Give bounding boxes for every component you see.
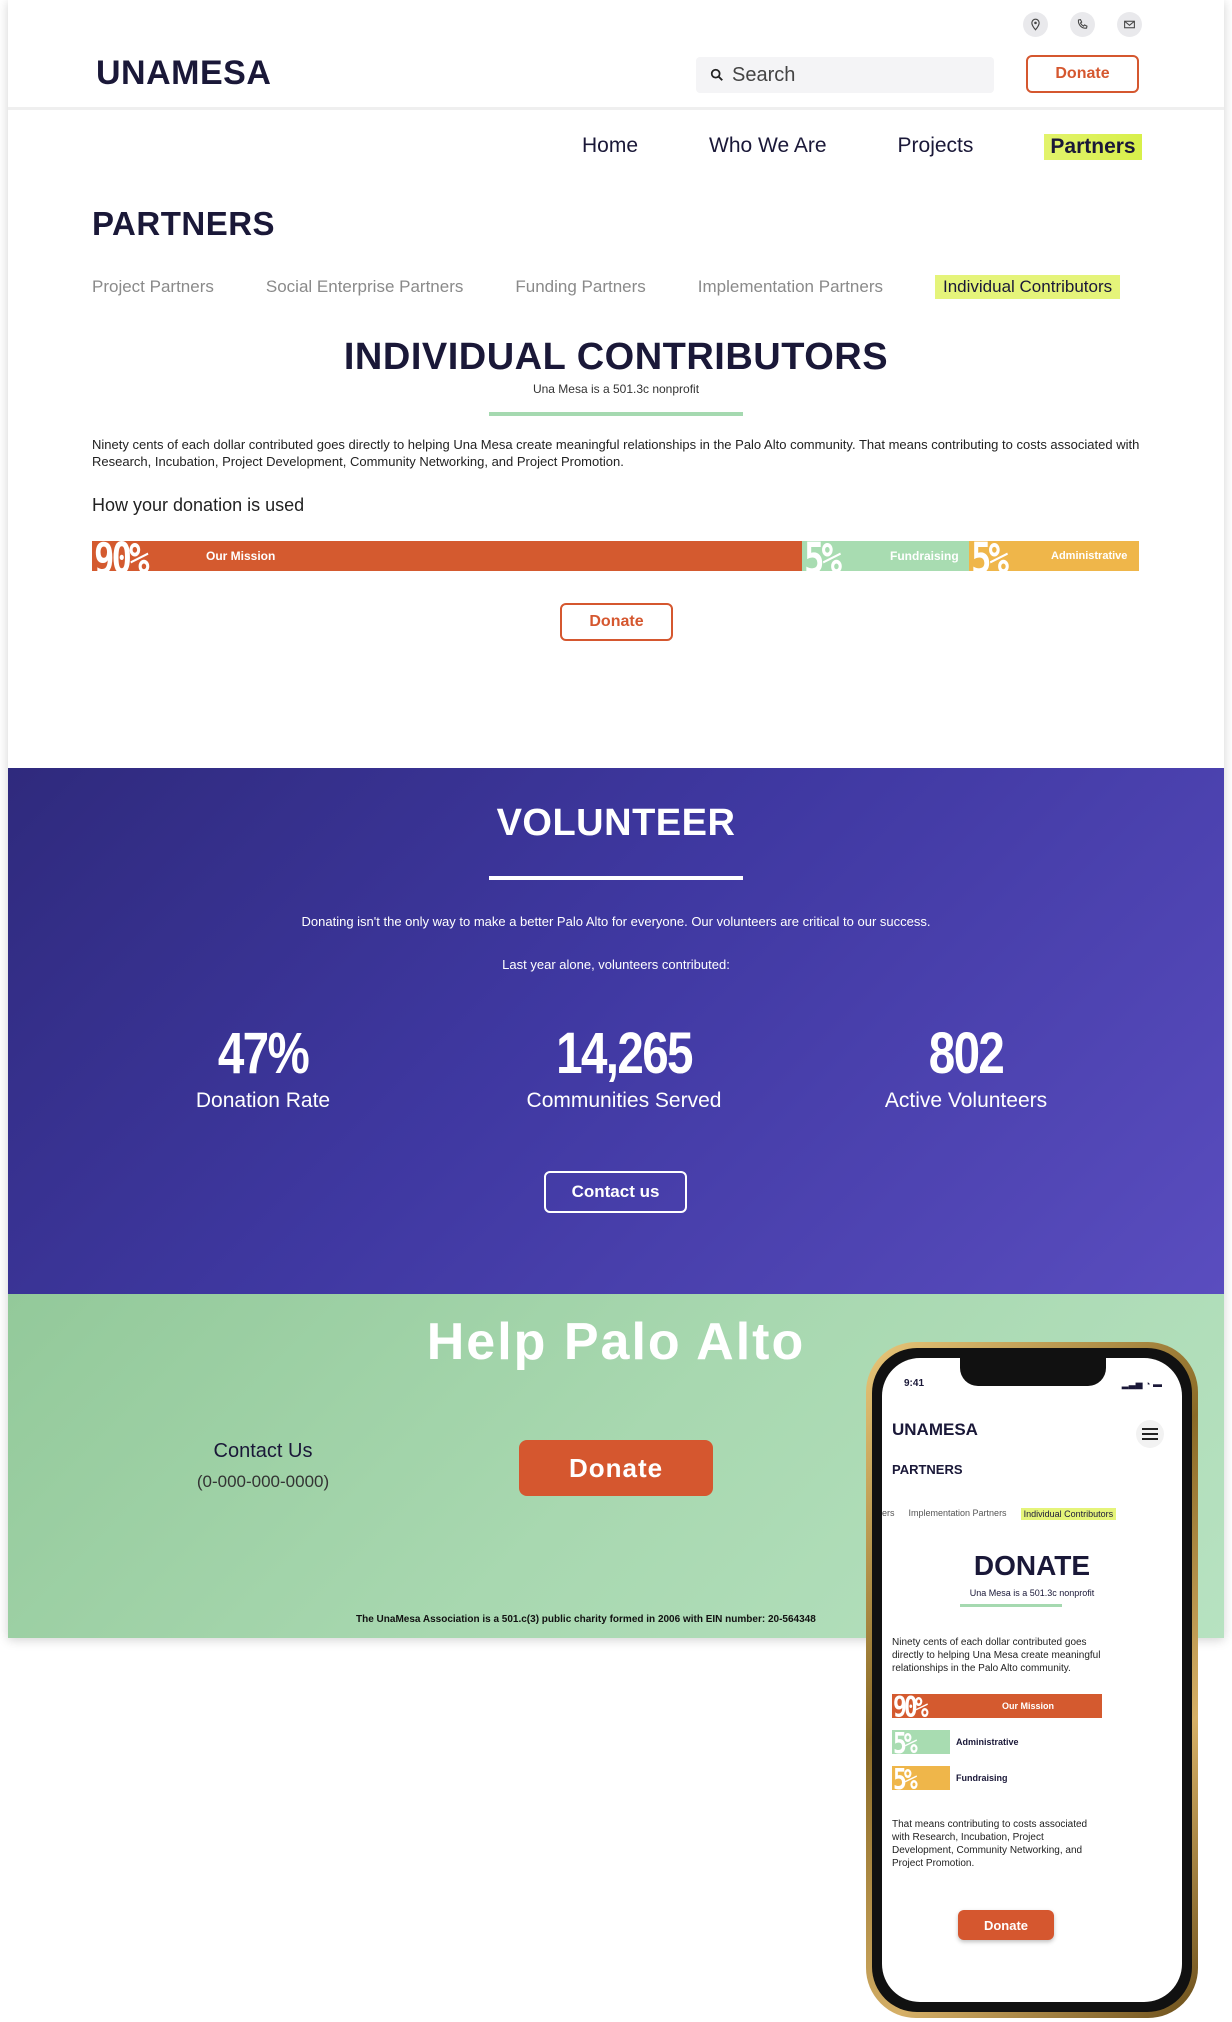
stat-number: 47% [217,1021,310,1086]
mobile-paragraph-2: That means contributing to costs associa… [892,1819,1088,1869]
mobile-breakdown-label: Administrative [956,1737,1019,1747]
signal-wifi-battery-icon: ▂▃▅ ◔ ▬ [1121,1379,1162,1389]
hamburger-menu-icon[interactable] [1136,1420,1164,1448]
nav-item-home[interactable]: Home [582,134,638,160]
volunteer-title: VOLUNTEER [496,802,736,844]
help-donate-button[interactable]: Donate [519,1440,713,1496]
mobile-breakdown-label: Our Mission [1002,1701,1055,1711]
breakdown-percent: 5% [804,541,842,571]
section-title: INDIVIDUAL CONTRIBUTORS [343,336,889,378]
volunteer-underline [489,876,743,880]
mail-icon[interactable] [1117,12,1142,37]
header-donate-button[interactable]: Donate [1026,55,1139,93]
mobile-breakdown-percent: 5% [893,1763,918,1797]
volunteer-intro: Donating isn't the only way to make a be… [301,914,931,929]
search-icon [710,68,723,81]
partner-subtabs: Project Partners Social Enterprise Partn… [92,275,1121,299]
help-phone-number[interactable]: (0-000-000-0000) [183,1472,343,1492]
contact-us-button[interactable]: Contact us [544,1171,687,1213]
stat-number: 14,265 [556,1021,693,1086]
mobile-donate-button[interactable]: Donate [958,1910,1054,1940]
title-underline [489,412,743,416]
mobile-breakdown-label: Fundraising [956,1773,1008,1783]
main-nav: Home Who We Are Projects Partners [582,134,1142,160]
mobile-breakdown-fundraising: 5% Fundraising [892,1764,1008,1796]
header-divider [8,107,1224,110]
search-bar[interactable]: Search [696,57,994,93]
nav-item-projects[interactable]: Projects [898,134,974,160]
location-icon[interactable] [1023,12,1048,37]
phone-notch [960,1358,1106,1386]
mobile-tab-partial[interactable]: ers [882,1508,895,1520]
contributors-donate-button[interactable]: Donate [560,603,673,641]
volunteer-subintro: Last year alone, volunteers contributed: [502,957,730,972]
nav-item-partners[interactable]: Partners [1044,134,1142,160]
mobile-tab-individual[interactable]: Individual Contributors [1020,1508,1117,1520]
breakdown-segment-mission: 90% Our Mission [92,541,802,571]
tab-social-enterprise-partners[interactable]: Social Enterprise Partners [266,277,463,299]
mobile-paragraph: Ninety cents of each dollar contributed … [892,1637,1101,1674]
stat-number: 802 [928,1021,1005,1086]
breakdown-segment-administrative: 5% Administrative [969,541,1139,571]
tab-implementation-partners[interactable]: Implementation Partners [698,277,883,299]
mobile-section-title: PARTNERS [892,1462,963,1477]
how-used-heading: How your donation is used [92,495,305,515]
mobile-title-underline [960,1604,1062,1607]
mobile-donate-title: DONATE [973,1550,1091,1581]
mobile-screen: 9:41 ▂▃▅ ◔ ▬ UNAMESA PARTNERS ers Implem… [882,1358,1182,2002]
nav-item-who-we-are[interactable]: Who We Are [709,134,827,160]
breakdown-label: Administrative [1051,550,1128,562]
breakdown-label: Our Mission [206,549,276,563]
stat-active-volunteers: 802 Active Volunteers [816,1020,1116,1113]
stat-caption: Active Volunteers [884,1089,1048,1112]
mobile-breakdown-administrative: 5% Administrative [892,1728,1019,1760]
page-title: PARTNERS [92,205,276,242]
tab-project-partners[interactable]: Project Partners [92,277,214,299]
breakdown-percent: 90% [94,541,149,571]
tab-individual-contributors[interactable]: Individual Contributors [934,275,1121,299]
site-logo[interactable]: UNAMESA [96,54,271,93]
mobile-subtitle: Una Mesa is a 501.3c nonprofit [969,1588,1095,1598]
mobile-logo[interactable]: UNAMESA [892,1420,978,1440]
phone-icon[interactable] [1070,12,1095,37]
mobile-breakdown-percent: 5% [893,1727,918,1761]
section-subtitle: Una Mesa is a 501.3c nonprofit [532,382,700,396]
mobile-breakdown-mission: 90% Our Mission [892,1692,1102,1724]
help-contact-heading: Contact Us [213,1440,313,1462]
breakdown-label: Fundraising [890,549,959,563]
mobile-phone-mockup: 9:41 ▂▃▅ ◔ ▬ UNAMESA PARTNERS ers Implem… [866,1342,1198,2018]
stat-caption: Communities Served [526,1089,722,1112]
legal-notice: The UnaMesa Association is a 501.c(3) pu… [356,1614,816,1625]
stat-communities-served: 14,265 Communities Served [474,1020,774,1113]
donation-breakdown-bar: 90% Our Mission 5% Fundraising 5% Admini… [92,541,1139,571]
tab-funding-partners[interactable]: Funding Partners [515,277,645,299]
stat-caption: Donation Rate [195,1089,331,1112]
search-input[interactable]: Search [732,64,795,87]
status-time: 9:41 [904,1378,925,1389]
stat-donation-rate: 47% Donation Rate [113,1020,413,1113]
mobile-tabs: ers Implementation Partners Individual C… [882,1508,1117,1520]
breakdown-segment-fundraising: 5% Fundraising [802,541,969,571]
mobile-tab-implementation[interactable]: Implementation Partners [909,1508,1007,1520]
mobile-breakdown-percent: 90% [893,1691,929,1725]
breakdown-percent: 5% [971,541,1009,571]
contributors-paragraph: Ninety cents of each dollar contributed … [92,437,1140,469]
top-contact-icons [1023,12,1142,37]
